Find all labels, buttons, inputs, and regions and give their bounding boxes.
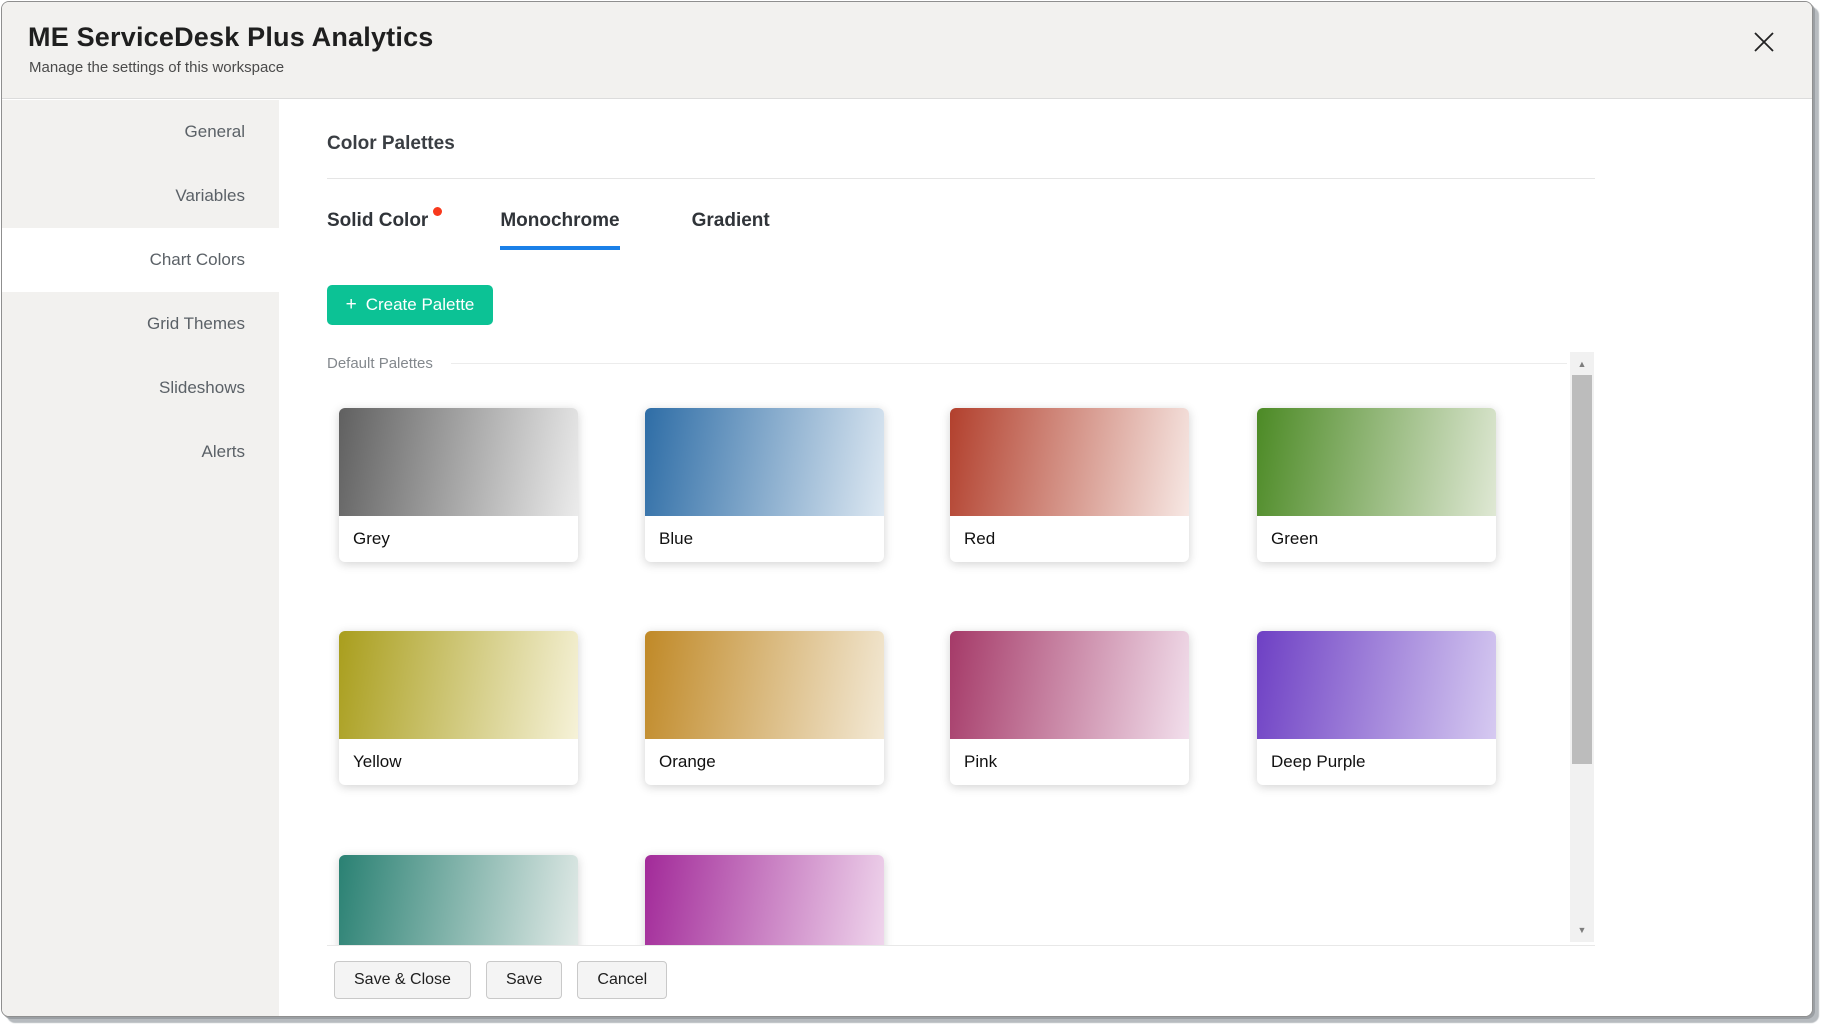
dialog-subtitle: Manage the settings of this workspace bbox=[29, 59, 284, 76]
settings-sidebar: General Variables Chart Colors Grid Them… bbox=[2, 100, 279, 1016]
sidebar-item-general[interactable]: General bbox=[2, 100, 279, 164]
palette-name: Blue bbox=[645, 516, 884, 562]
save-button[interactable]: Save bbox=[486, 961, 562, 999]
tab-monochrome[interactable]: Monochrome bbox=[500, 210, 619, 250]
palette-card-orange[interactable]: Orange bbox=[645, 631, 884, 785]
tab-gradient-label: Gradient bbox=[692, 210, 770, 231]
palette-type-tabs: Solid Color Monochrome Gradient bbox=[327, 210, 770, 250]
palette-swatch-orange bbox=[645, 631, 884, 739]
palette-name: Deep Purple bbox=[1257, 739, 1496, 785]
palette-card-deep-purple[interactable]: Deep Purple bbox=[1257, 631, 1496, 785]
palette-name: Orange bbox=[645, 739, 884, 785]
tab-solid-color[interactable]: Solid Color bbox=[327, 210, 428, 250]
palette-card-partial-2[interactable] bbox=[645, 855, 884, 945]
palette-card-partial-1[interactable] bbox=[339, 855, 578, 945]
tab-gradient[interactable]: Gradient bbox=[692, 210, 770, 250]
close-button[interactable] bbox=[1748, 28, 1780, 60]
dialog-header: ME ServiceDesk Plus Analytics Manage the… bbox=[2, 2, 1812, 99]
palette-swatch-blue bbox=[645, 408, 884, 516]
create-palette-label: Create Palette bbox=[366, 295, 475, 315]
palette-swatch-yellow bbox=[339, 631, 578, 739]
palette-swatch-teal bbox=[339, 855, 578, 945]
vertical-scrollbar[interactable]: ▲ ▼ bbox=[1570, 352, 1594, 942]
scroll-up-icon[interactable]: ▲ bbox=[1570, 354, 1594, 374]
sidebar-item-alerts[interactable]: Alerts bbox=[2, 420, 279, 484]
palette-card-blue[interactable]: Blue bbox=[645, 408, 884, 562]
palette-swatch-grey bbox=[339, 408, 578, 516]
scroll-down-icon[interactable]: ▼ bbox=[1570, 920, 1594, 940]
cancel-button[interactable]: Cancel bbox=[577, 961, 667, 999]
palette-card-green[interactable]: Green bbox=[1257, 408, 1496, 562]
tab-solid-color-label: Solid Color bbox=[327, 210, 428, 231]
palette-card-yellow[interactable]: Yellow bbox=[339, 631, 578, 785]
sidebar-item-chart-colors[interactable]: Chart Colors bbox=[2, 228, 279, 292]
divider bbox=[327, 178, 1595, 179]
scrollbar-thumb[interactable] bbox=[1572, 375, 1592, 764]
sidebar-item-variables[interactable]: Variables bbox=[2, 164, 279, 228]
palette-name: Yellow bbox=[339, 739, 578, 785]
palette-swatch-red bbox=[950, 408, 1189, 516]
default-palettes-section: Default Palettes bbox=[327, 355, 1567, 372]
create-palette-button[interactable]: + Create Palette bbox=[327, 285, 493, 325]
notification-dot bbox=[433, 207, 442, 216]
palette-swatch-green bbox=[1257, 408, 1496, 516]
sidebar-item-grid-themes[interactable]: Grid Themes bbox=[2, 292, 279, 356]
dialog-title: ME ServiceDesk Plus Analytics bbox=[28, 22, 434, 53]
default-palettes-label: Default Palettes bbox=[327, 355, 433, 372]
footer-actions: Save & Close Save Cancel bbox=[334, 961, 667, 999]
plus-icon: + bbox=[346, 294, 357, 316]
palette-swatch-magenta bbox=[645, 855, 884, 945]
section-rule bbox=[451, 363, 1567, 364]
palette-name: Green bbox=[1257, 516, 1496, 562]
save-close-button[interactable]: Save & Close bbox=[334, 961, 471, 999]
palette-scroll-area[interactable]: Grey Blue Red Green Yellow Orange bbox=[279, 373, 1595, 945]
palette-name: Pink bbox=[950, 739, 1189, 785]
palette-card-pink[interactable]: Pink bbox=[950, 631, 1189, 785]
close-icon bbox=[1752, 30, 1776, 59]
palette-card-red[interactable]: Red bbox=[950, 408, 1189, 562]
tab-monochrome-label: Monochrome bbox=[500, 210, 619, 231]
footer-divider bbox=[327, 945, 1595, 946]
sidebar-item-slideshows[interactable]: Slideshows bbox=[2, 356, 279, 420]
settings-dialog: ME ServiceDesk Plus Analytics Manage the… bbox=[1, 1, 1813, 1017]
page-title: Color Palettes bbox=[327, 133, 455, 155]
palette-swatch-pink bbox=[950, 631, 1189, 739]
palette-name: Red bbox=[950, 516, 1189, 562]
palette-card-grey[interactable]: Grey bbox=[339, 408, 578, 562]
palette-name: Grey bbox=[339, 516, 578, 562]
palette-swatch-deep-purple bbox=[1257, 631, 1496, 739]
chart-colors-panel: Color Palettes Solid Color Monochrome Gr… bbox=[279, 100, 1812, 1016]
